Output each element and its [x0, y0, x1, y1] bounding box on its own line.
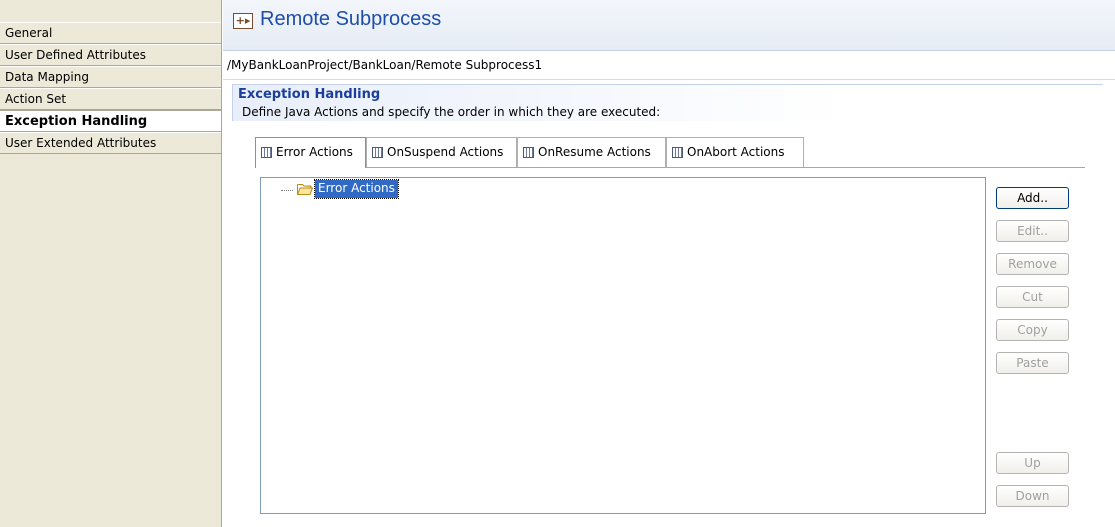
sidebar: General User Defined Attributes Data Map… — [0, 0, 222, 527]
page-title: Remote Subprocess — [260, 8, 442, 30]
edit-button[interactable]: Edit.. — [996, 220, 1069, 242]
tab-label: Error Actions — [276, 145, 353, 159]
tab-label: OnAbort Actions — [687, 145, 785, 159]
actions-icon — [261, 147, 272, 158]
add-button[interactable]: Add.. — [996, 187, 1069, 209]
up-button[interactable]: Up — [996, 452, 1069, 474]
breadcrumb-bar: /MyBankLoanProject/BankLoan/Remote Subpr… — [223, 51, 1115, 80]
cut-button[interactable]: Cut — [996, 286, 1069, 308]
tab-onsuspend-actions[interactable]: OnSuspend Actions — [366, 137, 517, 167]
section-description: Define Java Actions and specify the orde… — [242, 105, 661, 119]
section-title: Exception Handling — [238, 87, 381, 102]
tab-error-actions[interactable]: Error Actions — [255, 137, 366, 168]
tree-node-error-actions[interactable]: Error Actions — [314, 179, 399, 199]
tab-onabort-actions[interactable]: OnAbort Actions — [666, 137, 804, 167]
actions-tree[interactable]: Error Actions — [260, 177, 986, 514]
subprocess-icon: +▸ — [233, 13, 253, 29]
tab-label: OnSuspend Actions — [387, 145, 504, 159]
copy-button[interactable]: Copy — [996, 319, 1069, 341]
actions-icon — [672, 147, 683, 158]
breadcrumb: /MyBankLoanProject/BankLoan/Remote Subpr… — [227, 58, 543, 72]
remove-button[interactable]: Remove — [996, 253, 1069, 275]
sidebar-item-user-defined-attributes[interactable]: User Defined Attributes — [0, 44, 221, 66]
tree-connector — [281, 190, 293, 191]
page-header: +▸ Remote Subprocess — [223, 0, 1115, 51]
actions-icon — [523, 147, 534, 158]
paste-button[interactable]: Paste — [996, 352, 1069, 374]
tab-label: OnResume Actions — [538, 145, 651, 159]
actions-icon — [372, 147, 383, 158]
sidebar-item-user-extended-attributes[interactable]: User Extended Attributes — [0, 132, 221, 154]
tab-onresume-actions[interactable]: OnResume Actions — [517, 137, 666, 167]
sidebar-item-action-set[interactable]: Action Set — [0, 88, 221, 110]
sidebar-item-exception-handling[interactable]: Exception Handling — [0, 110, 221, 132]
down-button[interactable]: Down — [996, 485, 1069, 507]
sidebar-item-general[interactable]: General — [0, 22, 221, 44]
sidebar-item-data-mapping[interactable]: Data Mapping — [0, 66, 221, 88]
actions-tab-bar: Error Actions OnSuspend Actions OnResume… — [255, 137, 1085, 168]
folder-open-icon — [297, 184, 313, 195]
